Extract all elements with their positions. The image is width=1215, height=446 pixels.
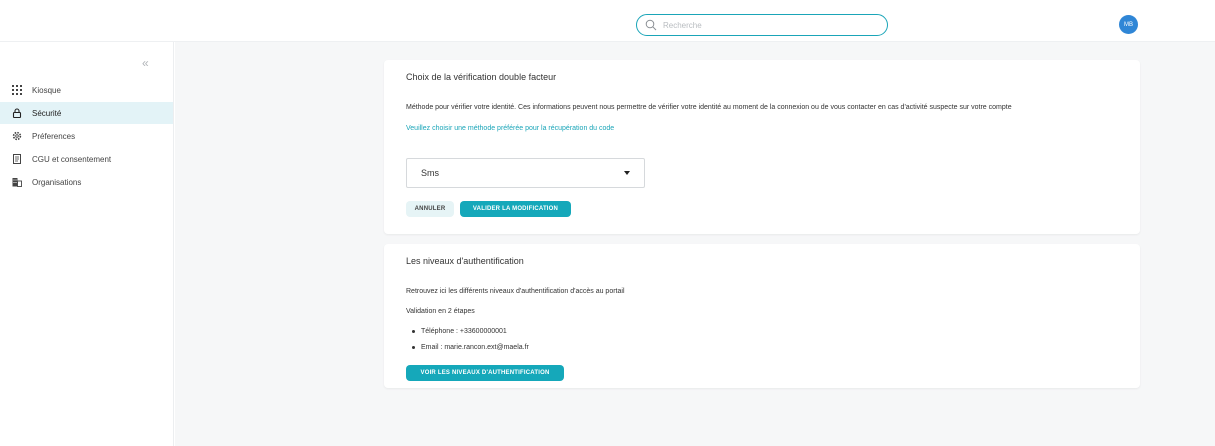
auth-card-title: Les niveaux d'authentification [406, 256, 524, 266]
document-icon [12, 154, 22, 164]
gear-icon [12, 131, 22, 141]
sidebar-item-label: Organisations [32, 177, 82, 187]
sidebar-item-preferences[interactable]: Préferences [0, 125, 173, 147]
lock-icon [12, 108, 22, 118]
main-content: Choix de la vérification double facteur … [175, 42, 1215, 446]
method-select-value: Sms [421, 168, 439, 178]
mfa-description: Méthode pour vérifier votre identité. Ce… [406, 104, 1012, 111]
top-bar: MB [0, 0, 1215, 42]
auth-levels-card: Les niveaux d'authentification Retrouvez… [384, 244, 1140, 388]
search-box[interactable] [636, 14, 888, 36]
avatar[interactable]: MB [1119, 15, 1138, 34]
list-item: Téléphone : +33600000001 [412, 328, 529, 335]
phone-value: Téléphone : +33600000001 [421, 328, 507, 335]
auth-description: Retrouvez ici les différents niveaux d'a… [406, 288, 625, 295]
sidebar-item-label: CGU et consentement [32, 154, 112, 164]
sidebar-item-kiosque[interactable]: Kiosque [0, 79, 173, 101]
email-value: Email : marie.rancon.ext@maela.fr [421, 344, 529, 351]
list-item: Email : marie.rancon.ext@maela.fr [412, 344, 529, 351]
method-select[interactable]: Sms [406, 158, 645, 188]
sidebar-item-organisations[interactable]: Organisations [0, 171, 173, 193]
building-icon [12, 177, 22, 187]
search-input[interactable] [663, 20, 863, 30]
mfa-card-title: Choix de la vérification double facteur [406, 72, 557, 82]
cancel-button[interactable]: ANNULER [406, 201, 454, 217]
sidebar: « Kiosque Sécurité Préferences CGU et co… [0, 42, 174, 446]
caret-down-icon [624, 171, 630, 175]
view-auth-levels-button[interactable]: VOIR LES NIVEAUX D'AUTHENTIFICATION [406, 365, 564, 381]
sidebar-item-cgu[interactable]: CGU et consentement [0, 148, 173, 170]
grid-icon [12, 85, 22, 95]
sidebar-item-label: Sécurité [32, 108, 62, 118]
sidebar-item-securite[interactable]: Sécurité [0, 102, 173, 124]
validate-button[interactable]: VALIDER LA MODIFICATION [460, 201, 571, 217]
sidebar-item-label: Préferences [32, 131, 76, 141]
collapse-sidebar-button[interactable]: « [142, 56, 149, 70]
mfa-card: Choix de la vérification double facteur … [384, 60, 1140, 234]
two-step-heading: Validation en 2 étapes [406, 308, 475, 315]
method-hint-link[interactable]: Veuillez choisir une méthode préférée po… [406, 125, 614, 132]
contact-list: Téléphone : +33600000001 Email : marie.r… [412, 328, 529, 360]
search-icon [645, 19, 657, 31]
sidebar-item-label: Kiosque [32, 85, 61, 95]
